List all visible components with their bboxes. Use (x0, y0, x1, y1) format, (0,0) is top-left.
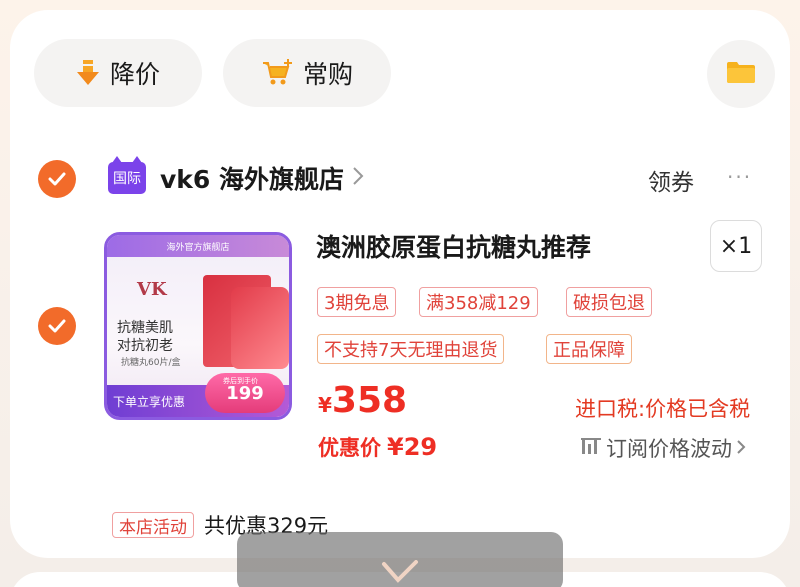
thumb-line2: 对抗初老 (117, 338, 173, 354)
subscribe-price-button[interactable]: 订阅价格波动 (580, 433, 746, 463)
thumb-top-banner: 海外官方旗舰店 (107, 235, 289, 257)
chart-icon (580, 436, 602, 461)
frequent-purchase-filter[interactable]: 常购 (223, 39, 391, 107)
item-select-checkbox[interactable] (38, 307, 76, 345)
product-pouch (231, 287, 289, 369)
tag-installment: 3期免息 (317, 287, 397, 317)
product-image[interactable]: 海外官方旗舰店 VK 抗糖美肌 对抗初老 抗糖丸60片/盒 下单立享优惠 券后到… (104, 232, 292, 420)
activity-tag: 本店活动 (112, 512, 194, 538)
more-options-button[interactable]: ··· (727, 165, 752, 189)
check-icon (48, 172, 66, 186)
cart-plus-icon (261, 59, 293, 87)
check-icon (382, 560, 418, 583)
store-name: vk6 海外旗舰店 (160, 165, 345, 194)
intl-badge: 国际 (108, 156, 146, 194)
store-select-checkbox[interactable] (38, 160, 76, 198)
thumb-logo: VK (137, 279, 167, 300)
frequent-label: 常购 (302, 60, 353, 89)
tag-damage-return: 破损包退 (566, 287, 652, 317)
quantity-selector[interactable]: ×1 (710, 220, 762, 272)
folder-button[interactable] (707, 40, 775, 108)
product-title[interactable]: 澳洲胶原蛋白抗糖丸推荐 (316, 228, 591, 264)
thumb-line1: 抗糖美肌 (117, 320, 173, 336)
discount-price: 优惠价 ¥29 (318, 433, 438, 461)
chevron-right-icon (352, 166, 364, 190)
tag-no-7day-return: 不支持7天无理由退货 (317, 334, 505, 364)
toast-overlay (237, 532, 563, 587)
chevron-right-icon (736, 436, 746, 460)
coupon-button[interactable]: 领券 (648, 163, 694, 197)
store-header[interactable]: 国际 vk6 海外旗舰店 (108, 156, 364, 196)
tax-note: 进口税:价格已含税 (575, 397, 751, 421)
price-drop-filter[interactable]: 降价 (34, 39, 202, 107)
folder-icon (726, 60, 756, 88)
tag-full-reduction: 满358减129 (419, 287, 538, 317)
thumb-price-bubble: 券后到手价 199 (205, 373, 285, 413)
thumb-line3: 抗糖丸60片/盒 (121, 358, 181, 368)
price-drop-icon (76, 60, 100, 86)
check-icon (48, 319, 66, 333)
subscribe-label: 订阅价格波动 (606, 437, 732, 461)
price-drop-label: 降价 (109, 60, 160, 89)
product-price: ¥358 (318, 380, 408, 421)
tag-genuine: 正品保障 (546, 334, 632, 364)
